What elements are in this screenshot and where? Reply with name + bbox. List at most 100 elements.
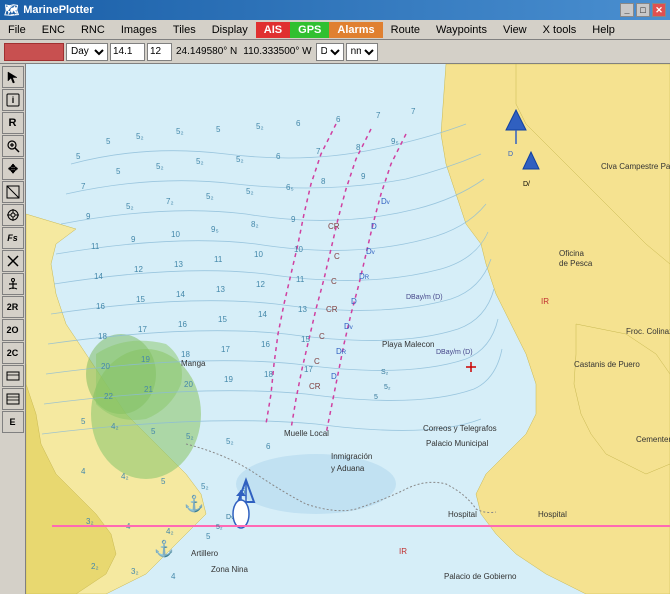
titlebar-controls: _ □ ✕	[620, 3, 666, 17]
menu-images[interactable]: Images	[113, 22, 165, 38]
svg-text:15: 15	[136, 295, 145, 304]
svg-text:5: 5	[81, 417, 86, 426]
svg-text:5₂: 5₂	[136, 132, 144, 141]
menu-view[interactable]: View	[495, 22, 535, 38]
anchor-tool-btn[interactable]	[2, 273, 24, 295]
svg-text:20: 20	[101, 362, 110, 371]
close-button[interactable]: ✕	[652, 3, 666, 17]
cross-tool-btn[interactable]	[2, 250, 24, 272]
svg-text:11: 11	[214, 255, 223, 264]
menu-route[interactable]: Route	[383, 22, 428, 38]
svg-text:C: C	[331, 277, 337, 286]
svg-text:14: 14	[176, 290, 185, 299]
svg-text:7: 7	[376, 111, 381, 120]
menu-waypoints[interactable]: Waypoints	[428, 22, 495, 38]
svg-text:5₂: 5₂	[196, 157, 204, 166]
gps-status	[4, 43, 64, 61]
svg-text:10: 10	[294, 245, 303, 254]
svg-text:9: 9	[291, 215, 296, 224]
svg-text:5: 5	[106, 137, 111, 146]
unit-select[interactable]: nm km mi	[346, 43, 378, 61]
svg-text:18: 18	[264, 370, 273, 379]
menu-file[interactable]: File	[0, 22, 34, 38]
svg-text:Hospital: Hospital	[538, 510, 567, 519]
pan-tool-btn[interactable]: ✥	[2, 158, 24, 180]
font-tool-btn[interactable]: Fs	[2, 227, 24, 249]
svg-text:⚓: ⚓	[154, 539, 174, 558]
svg-text:y Aduana: y Aduana	[331, 464, 365, 473]
svg-text:Hospital: Hospital	[448, 510, 477, 519]
nav2-tool-btn[interactable]	[2, 388, 24, 410]
svg-text:17: 17	[138, 325, 147, 334]
svg-text:7₂: 7₂	[166, 197, 174, 206]
svg-text:17: 17	[304, 365, 313, 374]
mode-select[interactable]: D M S	[316, 43, 344, 61]
svg-text:9₅: 9₅	[211, 225, 219, 234]
menu-rnc[interactable]: RNC	[73, 22, 113, 38]
svg-text:Playa Malecon: Playa Malecon	[382, 340, 434, 349]
svg-text:5₂: 5₂	[176, 127, 184, 136]
svg-text:de Pesca: de Pesca	[559, 259, 593, 268]
svg-text:12: 12	[256, 280, 265, 289]
zoom-tool-btn[interactable]	[2, 135, 24, 157]
svg-text:5: 5	[374, 394, 378, 401]
svg-text:C: C	[334, 252, 340, 261]
target-tool-btn[interactable]	[2, 204, 24, 226]
svg-text:5₂: 5₂	[186, 432, 194, 441]
edit-tool-btn[interactable]: E	[2, 411, 24, 433]
svg-text:5: 5	[116, 167, 121, 176]
route-tool-btn[interactable]: R	[2, 112, 24, 134]
svg-text:2₂: 2₂	[91, 562, 99, 571]
svg-text:C: C	[319, 332, 325, 341]
zoom2r-tool-btn[interactable]: 2R	[2, 296, 24, 318]
svg-text:13: 13	[298, 305, 307, 314]
svg-text:13: 13	[216, 285, 225, 294]
svg-text:5: 5	[161, 477, 166, 486]
svg-text:5: 5	[216, 125, 221, 134]
svg-text:10: 10	[171, 230, 180, 239]
zoom2-input[interactable]	[147, 43, 172, 61]
svg-text:19: 19	[141, 355, 150, 364]
menu-enc[interactable]: ENC	[34, 22, 73, 38]
cursor-tool-btn[interactable]	[2, 66, 24, 88]
menu-alarms[interactable]: Alarms	[329, 22, 382, 38]
svg-text:5₂: 5₂	[246, 187, 254, 196]
svg-text:17: 17	[221, 345, 230, 354]
svg-text:Zona Nina: Zona Nina	[211, 565, 248, 574]
svg-text:13: 13	[174, 260, 183, 269]
menu-ais[interactable]: AIS	[256, 22, 290, 38]
menu-tiles[interactable]: Tiles	[165, 22, 204, 38]
svg-text:20: 20	[184, 380, 193, 389]
svg-text:Palacio de Gobierno: Palacio de Gobierno	[444, 572, 517, 581]
svg-text:5₂: 5₂	[126, 202, 134, 211]
info-tool-btn[interactable]: i	[2, 89, 24, 111]
menu-xtools[interactable]: X tools	[535, 22, 585, 38]
menu-help[interactable]: Help	[584, 22, 623, 38]
svg-text:Cementeria: Cementeria	[636, 435, 670, 444]
minimize-button[interactable]: _	[620, 3, 634, 17]
zoom-input[interactable]	[110, 43, 145, 61]
menu-gps[interactable]: GPS	[290, 22, 329, 38]
svg-text:Castanis de Puero: Castanis de Puero	[574, 360, 640, 369]
svg-text:4₂: 4₂	[111, 422, 119, 431]
zoom2o-tool-btn[interactable]: 2O	[2, 319, 24, 341]
titlebar-left: 🗺 MarinePlotter	[4, 3, 94, 17]
svg-text:IR: IR	[541, 297, 549, 306]
maximize-button[interactable]: □	[636, 3, 650, 17]
svg-text:4₂: 4₂	[121, 472, 129, 481]
map-svg: 5 5 5₂ 5₂ 5 5₂ 6 6 7 7 7 5 5₂ 5₂ 5₂ 6 7 …	[26, 64, 670, 594]
svg-text:Inmigración: Inmigración	[331, 452, 372, 461]
svg-text:S₂: S₂	[381, 369, 389, 376]
svg-text:i: i	[11, 95, 14, 105]
zoom2c-tool-btn[interactable]: 2C	[2, 342, 24, 364]
svg-text:16: 16	[96, 302, 105, 311]
measure-tool-btn[interactable]	[2, 181, 24, 203]
svg-text:4: 4	[81, 467, 86, 476]
menu-display[interactable]: Display	[204, 22, 256, 38]
svg-text:8₂: 8₂	[251, 220, 259, 229]
map-area[interactable]: 5 5 5₂ 5₂ 5 5₂ 6 6 7 7 7 5 5₂ 5₂ 5₂ 6 7 …	[26, 64, 670, 594]
nav1-tool-btn[interactable]	[2, 365, 24, 387]
svg-text:4₂: 4₂	[166, 527, 174, 536]
svg-text:5₂: 5₂	[216, 524, 223, 531]
day-select[interactable]: Day Night Dusk	[66, 43, 108, 61]
